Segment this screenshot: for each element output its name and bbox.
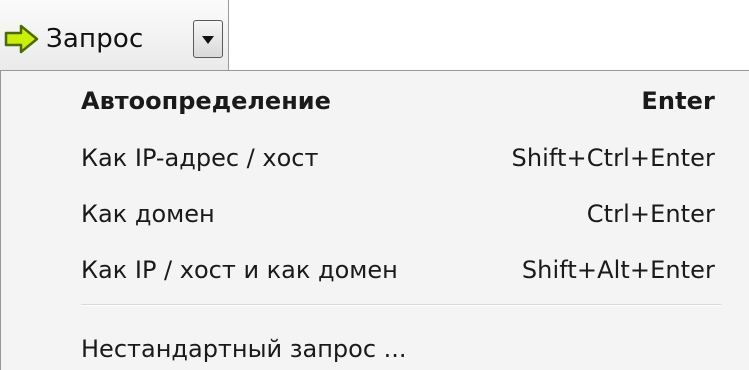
query-split-button: Запрос [0,0,229,70]
query-dropdown-menu: Автоопределение Enter Как IP-адрес / хос… [0,70,749,370]
menu-item-custom-query[interactable]: Нестандартный запрос ... [81,325,715,370]
menu-separator [81,304,721,306]
menu-item-label: Нестандартный запрос ... [81,335,407,363]
menu-item-as-ip-host[interactable]: Как IP-адрес / хост Shift+Ctrl+Enter [81,134,715,182]
query-button-label: Запрос [46,24,144,54]
arrow-right-icon [4,23,40,55]
menu-item-label: Автоопределение [81,87,331,115]
menu-item-shortcut: Shift+Ctrl+Enter [511,144,715,172]
menu-item-label: Как домен [81,200,215,228]
menu-item-label: Как IP / хост и как домен [81,256,398,284]
query-dropdown-toggle[interactable] [193,20,223,58]
menu-item-as-ip-host-and-domain[interactable]: Как IP / хост и как домен Shift+Alt+Ente… [81,246,715,294]
query-menu-screen: Запрос Автоопределение Enter Как IP-адре… [0,0,749,370]
menu-item-label: Как IP-адрес / хост [81,144,319,172]
chevron-down-icon [201,30,215,49]
menu-item-shortcut: Enter [641,87,715,115]
menu-item-shortcut: Shift+Alt+Enter [521,256,715,284]
menu-item-as-domain[interactable]: Как домен Ctrl+Enter [81,190,715,238]
menu-item-shortcut: Ctrl+Enter [586,200,715,228]
query-button[interactable]: Запрос [4,19,144,59]
menu-item-autodetect[interactable]: Автоопределение Enter [81,77,715,125]
